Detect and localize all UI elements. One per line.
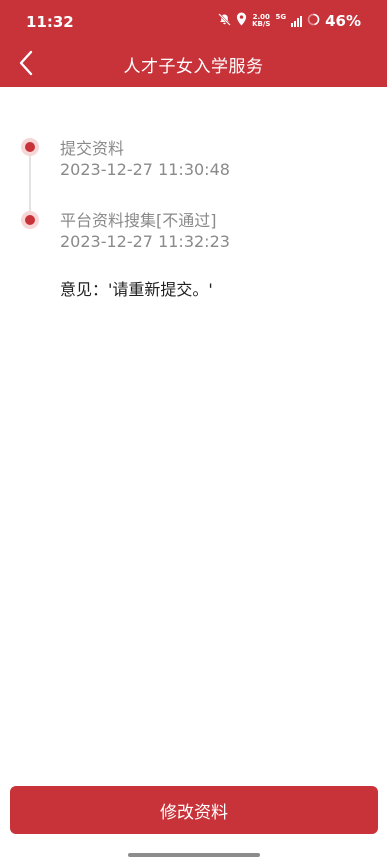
edit-materials-button[interactable]: 修改资料 bbox=[10, 786, 378, 834]
step-datetime: 2023-12-27 11:32:23 bbox=[60, 232, 230, 251]
step-label: 平台资料搜集[不通过] bbox=[60, 211, 217, 230]
timeline-step: 提交资料 2023-12-27 11:30:48 bbox=[60, 139, 230, 181]
review-opinion: 意见：'请重新提交。' bbox=[60, 280, 213, 299]
page-title: 人才子女入学服务 bbox=[123, 57, 264, 77]
step-datetime: 2023-12-27 11:30:48 bbox=[60, 160, 230, 179]
status-time: 11:32 bbox=[26, 13, 74, 31]
timeline-dot bbox=[21, 211, 39, 229]
battery-percent: 46% bbox=[325, 12, 361, 30]
network-speed-icon: 2.00 KB/S bbox=[252, 13, 271, 28]
app-header-background: 11:32 2.00 KB/S 5G 46% 人才子女入学服务 bbox=[0, 0, 387, 87]
timeline-dot bbox=[21, 138, 39, 156]
timeline-step: 平台资料搜集[不通过] 2023-12-27 11:32:23 bbox=[60, 211, 230, 253]
status-icons: 2.00 KB/S 5G 46% bbox=[218, 12, 361, 30]
home-indicator[interactable] bbox=[128, 853, 260, 857]
network-type: 5G bbox=[275, 13, 287, 21]
bell-off-icon bbox=[218, 12, 231, 30]
step-label: 提交资料 bbox=[60, 139, 125, 158]
app-screen: 11:32 2.00 KB/S 5G 46% 人才子女入学服务 提交资料 202… bbox=[0, 0, 387, 866]
nav-header: 人才子女入学服务 bbox=[0, 40, 387, 87]
location-icon bbox=[236, 12, 247, 30]
status-bar: 11:32 2.00 KB/S 5G 46% bbox=[0, 0, 387, 40]
battery-icon bbox=[307, 12, 320, 30]
signal-icon bbox=[291, 15, 303, 27]
